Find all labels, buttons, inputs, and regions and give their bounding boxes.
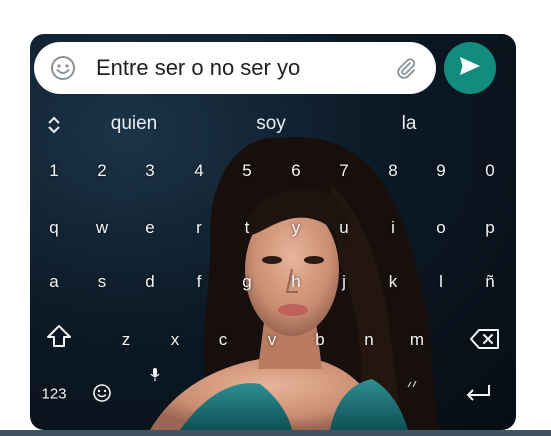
key-5[interactable]: 5	[242, 161, 251, 181]
key-9[interactable]: 9	[436, 161, 445, 181]
key-v[interactable]: v	[268, 330, 277, 350]
key-z[interactable]: z	[122, 330, 131, 350]
key-u[interactable]: u	[339, 218, 348, 238]
paperclip-icon[interactable]	[394, 56, 418, 80]
microphone-icon[interactable]	[150, 368, 160, 382]
suggestion-soy[interactable]: soy	[256, 113, 286, 135]
suggestion-la[interactable]: la	[402, 113, 417, 135]
key-i[interactable]: i	[391, 218, 395, 238]
accent-mark-icon	[406, 376, 420, 388]
key-t[interactable]: t	[245, 218, 250, 238]
key-l[interactable]: l	[439, 272, 443, 292]
key-r[interactable]: r	[196, 218, 202, 238]
key-s[interactable]: s	[98, 272, 107, 292]
key-7[interactable]: 7	[339, 161, 348, 181]
key-n-tilde[interactable]: ñ	[485, 272, 494, 292]
shift-arrow-icon[interactable]	[46, 324, 72, 353]
key-e[interactable]: e	[145, 218, 154, 238]
key-f[interactable]: f	[197, 272, 202, 292]
key-8[interactable]: 8	[388, 161, 397, 181]
symbols-key[interactable]: 123	[41, 386, 66, 403]
key-g[interactable]: g	[242, 272, 251, 292]
send-button[interactable]	[444, 42, 496, 94]
send-arrow-icon	[458, 55, 482, 82]
key-q[interactable]: q	[49, 218, 58, 238]
key-1[interactable]: 1	[49, 161, 58, 181]
expand-chevrons-icon[interactable]	[46, 114, 62, 136]
backspace-icon[interactable]	[470, 328, 500, 355]
bottom-edge-bar	[0, 430, 551, 436]
keyboard-frame: Entre ser o no ser yo quien soy la 1 2 3…	[30, 34, 516, 430]
enter-return-icon[interactable]	[464, 382, 492, 409]
key-h[interactable]: h	[291, 272, 300, 292]
key-c[interactable]: c	[219, 330, 228, 350]
key-a[interactable]: a	[49, 272, 58, 292]
key-4[interactable]: 4	[194, 161, 203, 181]
message-input-bar[interactable]: Entre ser o no ser yo	[34, 42, 436, 94]
key-m[interactable]: m	[410, 330, 424, 350]
key-2[interactable]: 2	[97, 161, 106, 181]
suggestion-strip: quien soy la	[30, 110, 516, 142]
key-d[interactable]: d	[145, 272, 154, 292]
emoji-icon[interactable]	[50, 55, 76, 81]
key-o[interactable]: o	[436, 218, 445, 238]
key-y[interactable]: y	[292, 218, 301, 238]
key-n[interactable]: n	[364, 330, 373, 350]
key-j[interactable]: j	[342, 272, 346, 292]
key-0[interactable]: 0	[485, 161, 494, 181]
key-6[interactable]: 6	[291, 161, 300, 181]
key-b[interactable]: b	[315, 330, 324, 350]
emoji-key-icon[interactable]	[92, 383, 112, 408]
key-p[interactable]: p	[485, 218, 494, 238]
key-k[interactable]: k	[389, 272, 398, 292]
message-input[interactable]: Entre ser o no ser yo	[96, 55, 300, 81]
key-x[interactable]: x	[171, 330, 180, 350]
key-3[interactable]: 3	[145, 161, 154, 181]
suggestion-quien[interactable]: quien	[111, 113, 158, 135]
key-w[interactable]: w	[96, 218, 108, 238]
